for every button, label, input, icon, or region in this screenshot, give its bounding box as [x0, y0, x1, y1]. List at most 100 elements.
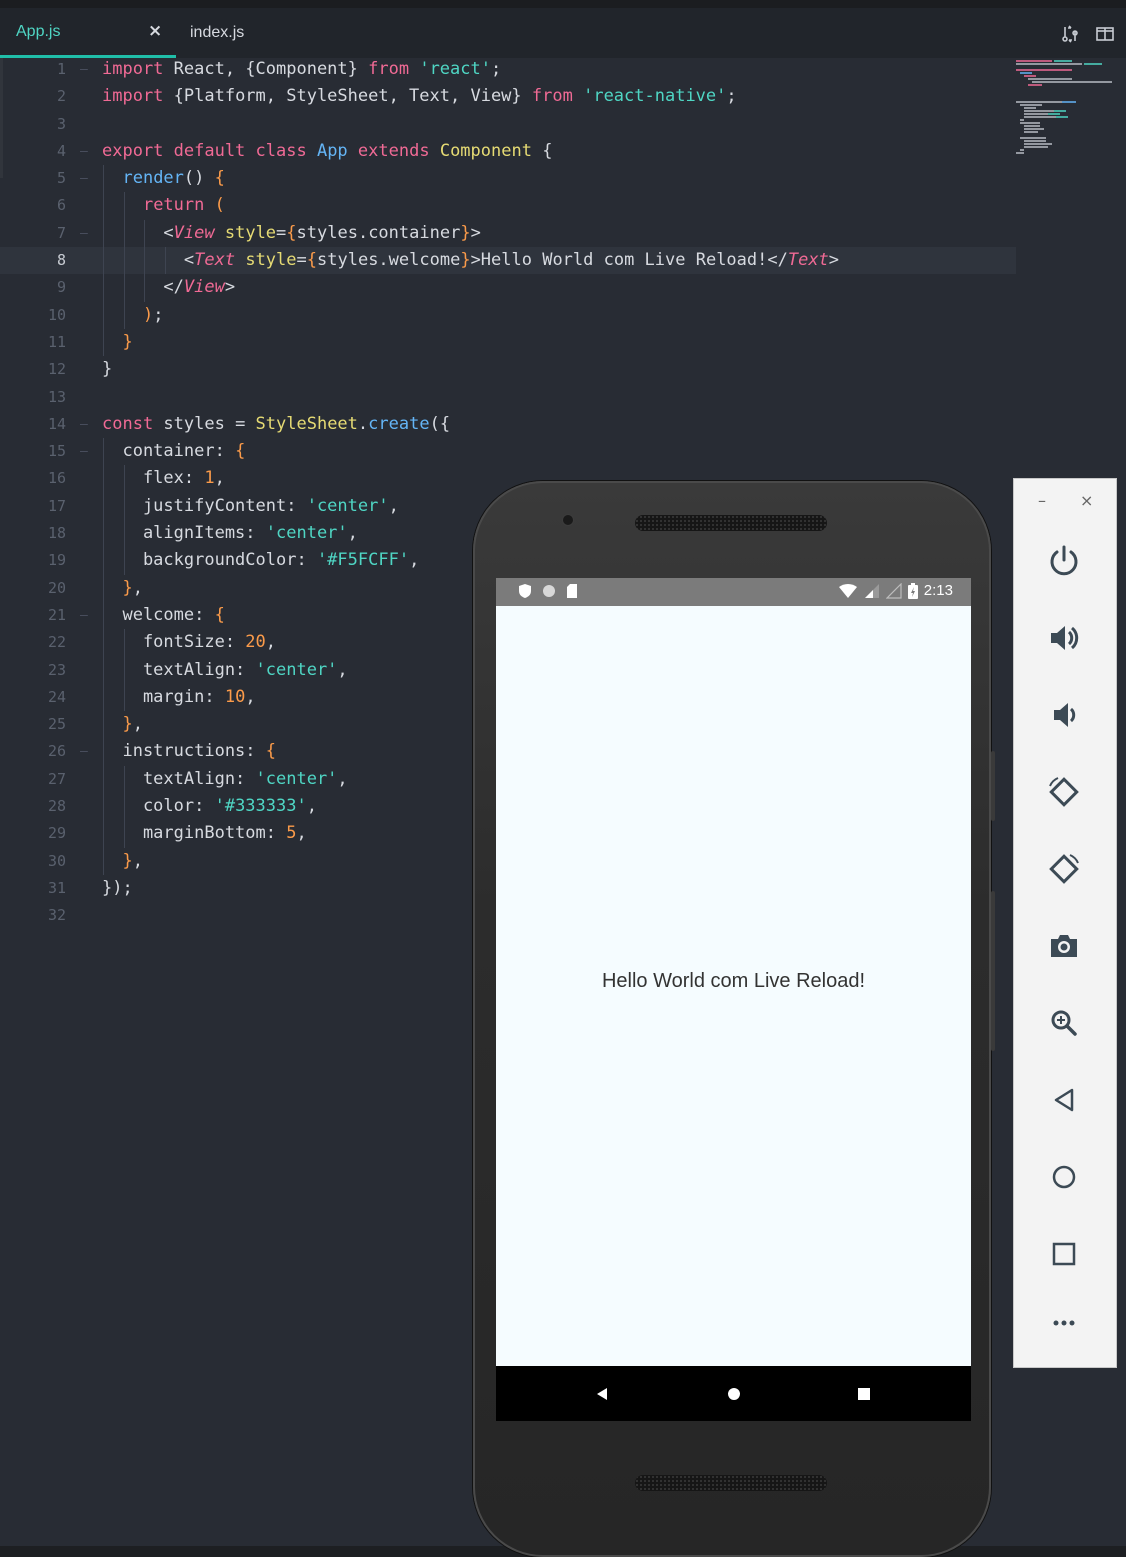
code-token: > [224, 277, 236, 298]
split-view-icon[interactable] [1095, 24, 1115, 44]
zoom-icon[interactable] [1042, 1001, 1086, 1045]
code-line[interactable]: 2 import {Platform, StyleSheet, Text, Vie… [0, 83, 1016, 110]
code-token: 1 [204, 468, 215, 489]
tab-label: index.js [190, 24, 245, 41]
nav-back-icon[interactable] [592, 1384, 612, 1404]
status-bar: 2:13 [496, 578, 971, 606]
code-token: , [388, 495, 399, 516]
line-number: 16 [47, 469, 66, 488]
code-token: styles = [153, 413, 256, 434]
fold-icon[interactable]: – [80, 56, 88, 83]
tab-app-js[interactable]: App.js × [0, 8, 176, 58]
line-number: 27 [47, 769, 66, 788]
fold-icon[interactable]: – [80, 220, 88, 247]
nav-home-icon[interactable] [724, 1384, 744, 1404]
back-icon[interactable] [1042, 1078, 1086, 1122]
nav-recents-icon[interactable] [854, 1384, 874, 1404]
code-line[interactable]: 12} [0, 356, 1016, 383]
minimap[interactable] [1012, 58, 1122, 178]
code-token: > [470, 222, 481, 243]
code-line[interactable]: 8 <Text style={styles.welcome}>Hello Wor… [0, 247, 1016, 275]
more-icon[interactable] [1042, 1301, 1086, 1345]
code-token: = [296, 250, 307, 271]
code-line[interactable]: 11 } [0, 328, 1016, 357]
code-token: styles.welcome [317, 250, 461, 271]
line-number: 29 [47, 824, 66, 843]
volume-up-icon[interactable] [1042, 616, 1086, 660]
shield-icon [519, 584, 531, 598]
code-line[interactable]: 5– render() { [0, 165, 1016, 193]
code-token: container: [102, 441, 236, 462]
minimize-button[interactable]: – [1038, 491, 1046, 510]
code-token: { [214, 168, 225, 189]
fold-icon[interactable]: – [80, 438, 88, 465]
device-screen[interactable]: 2:13 Hello World com Live Reload! [496, 578, 971, 1421]
line-number: 5 [56, 169, 66, 188]
code-token: justifyContent: [102, 495, 307, 516]
code-line[interactable]: 14– const styles = StyleSheet.create({ [0, 411, 1016, 438]
code-line[interactable]: 13 [0, 384, 1016, 411]
emulator-toolbar: – × [1013, 478, 1117, 1368]
line-number: 11 [47, 332, 66, 351]
fold-icon[interactable]: – [80, 411, 88, 438]
code-token: const [102, 413, 154, 434]
overview-icon[interactable] [1042, 1232, 1086, 1276]
code-token: } [460, 222, 471, 243]
code-line[interactable]: 15– container: { [0, 438, 1016, 466]
power-side-button[interactable] [991, 751, 995, 821]
code-token: , [296, 823, 307, 844]
code-token: { [531, 140, 553, 161]
home-icon[interactable] [1042, 1155, 1086, 1199]
code-token: >Hello World com Live Reload!</ [470, 250, 788, 271]
rotate-right-icon[interactable] [1042, 847, 1086, 891]
rotate-left-icon[interactable] [1042, 770, 1086, 814]
tab-close-icon[interactable]: × [148, 21, 162, 41]
window-top-strip [0, 0, 1126, 8]
bottom-speaker [635, 1475, 827, 1491]
tab-label: App.js [16, 22, 61, 40]
code-text: import {Platform, StyleSheet, Text, View… [102, 83, 737, 110]
tab-index-js[interactable]: index.js [176, 8, 326, 58]
fold-icon[interactable]: – [80, 165, 88, 192]
line-number: 10 [47, 305, 66, 324]
code-line[interactable]: 3 [0, 111, 1016, 138]
code-text: }, [102, 848, 143, 875]
line-number: 2 [56, 87, 66, 106]
fold-icon[interactable]: – [80, 138, 88, 165]
fold-icon[interactable]: – [80, 738, 88, 765]
code-line[interactable]: 4– export default class App extends Compo… [0, 138, 1016, 165]
code-line[interactable]: 9 </View> [0, 274, 1016, 302]
code-token: , [306, 796, 317, 817]
line-number: 12 [47, 360, 66, 379]
code-token: View [183, 277, 225, 298]
volume-side-button[interactable] [991, 891, 995, 1051]
code-text: justifyContent: 'center', [102, 493, 399, 520]
code-line[interactable]: 10 ); [0, 301, 1016, 329]
code-token: textAlign: [102, 768, 256, 789]
line-number: 19 [47, 551, 66, 570]
line-number: 8 [56, 251, 66, 270]
code-token: Text [787, 250, 829, 271]
hello-world-text: Hello World com Live Reload! [601, 970, 866, 992]
code-token: } [460, 250, 471, 271]
code-line[interactable]: 6 return ( [0, 192, 1016, 220]
code-line[interactable]: 1– import React, {Component} from 'react'… [0, 56, 1016, 83]
code-token: 'center' [255, 659, 338, 680]
camera-icon[interactable] [1042, 924, 1086, 968]
code-token: backgroundColor: [102, 550, 317, 571]
fold-icon[interactable]: – [80, 602, 88, 629]
close-button[interactable]: × [1080, 491, 1093, 510]
volume-down-icon[interactable] [1042, 693, 1086, 737]
code-line[interactable]: 7– <View style={styles.container}> [0, 219, 1016, 248]
code-token: flex: [102, 468, 205, 489]
code-token: color: [102, 796, 215, 817]
git-compare-icon[interactable] [1060, 24, 1080, 44]
line-number: 13 [47, 387, 66, 406]
code-token: create [368, 413, 430, 434]
power-icon[interactable] [1042, 539, 1086, 583]
